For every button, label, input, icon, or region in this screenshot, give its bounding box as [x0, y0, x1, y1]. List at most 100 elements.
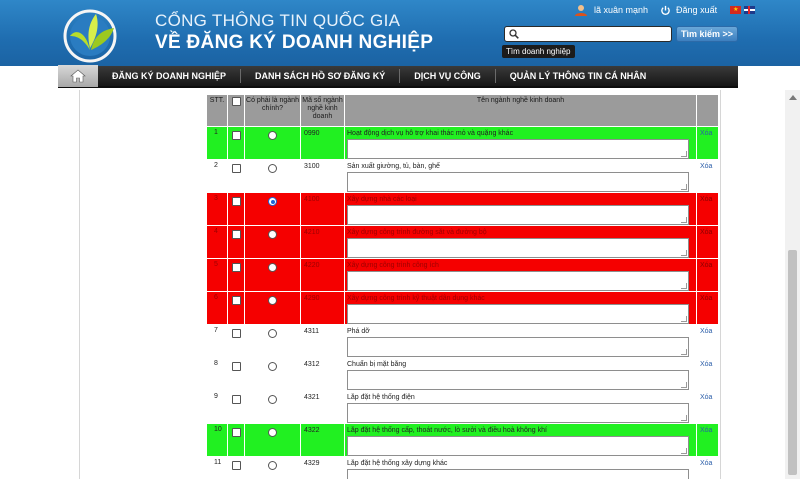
main-line-radio[interactable] — [268, 395, 277, 404]
table-header-row: STT. Có phải là ngành chính? Mã số ngành… — [206, 94, 719, 127]
table-row: 6 4290 Xây dựng công trình kỹ thuật dân dụ… — [206, 291, 719, 325]
power-icon[interactable] — [660, 5, 671, 16]
row-checkbox[interactable] — [231, 395, 241, 404]
user-name[interactable]: lã xuân mạnh — [594, 5, 648, 15]
row-checkbox[interactable] — [231, 428, 241, 437]
row-name-cell: Xây dựng công trình đường sắt và đường b… — [344, 225, 697, 259]
row-name-cell: Lắp đặt hệ thống điện — [344, 390, 697, 424]
header-name: Tên ngành nghề kinh doanh — [344, 94, 697, 127]
nav-item-business-registration[interactable]: ĐĂNG KÝ DOANH NGHIỆP — [98, 65, 240, 87]
row-name-textarea[interactable] — [347, 271, 689, 291]
main-line-radio[interactable] — [268, 461, 277, 470]
row-name-textarea[interactable] — [347, 205, 689, 225]
table-body: 1 0990 Hoạt động dịch vụ hỗ trợ khai thác … — [206, 126, 719, 479]
row-checkbox-cell — [227, 225, 245, 259]
row-main-radio-cell — [244, 126, 301, 160]
row-name-label: Phá dỡ — [347, 328, 370, 335]
delete-link[interactable]: Xóa — [696, 291, 719, 325]
row-checkbox-cell — [227, 357, 245, 391]
home-tab[interactable] — [58, 65, 98, 87]
delete-link[interactable]: Xóa — [696, 192, 719, 226]
row-name-textarea[interactable] — [347, 436, 689, 456]
row-checkbox[interactable] — [231, 131, 241, 140]
row-name-textarea[interactable] — [347, 403, 689, 423]
header-select-all — [227, 94, 245, 127]
row-stt: 3 — [206, 192, 228, 226]
delete-link[interactable]: Xóa — [696, 159, 719, 193]
row-main-radio-cell — [244, 291, 301, 325]
search-button[interactable]: Tìm kiếm >> — [676, 26, 738, 42]
row-name-textarea[interactable] — [347, 238, 689, 258]
row-checkbox[interactable] — [231, 263, 241, 272]
row-checkbox[interactable] — [231, 197, 241, 206]
scrollbar[interactable] — [785, 90, 800, 479]
row-stt: 1 — [206, 126, 228, 160]
row-name-label: Chuẩn bị mặt bằng — [347, 361, 407, 368]
row-checkbox[interactable] — [231, 230, 241, 239]
row-code: 4210 — [300, 225, 345, 259]
row-main-radio-cell — [244, 159, 301, 193]
search-tooltip: Tìm doanh nghiệp — [502, 45, 575, 58]
main-line-radio[interactable] — [268, 230, 277, 239]
row-name-textarea[interactable] — [347, 139, 689, 159]
nav-item-public-services[interactable]: DỊCH VỤ CÔNG — [400, 65, 495, 87]
business-lines-table: STT. Có phải là ngành chính? Mã số ngành… — [206, 94, 719, 479]
main-line-radio[interactable] — [268, 296, 277, 305]
row-stt: 5 — [206, 258, 228, 292]
row-checkbox-cell — [227, 192, 245, 226]
logout-link[interactable]: Đăng xuất — [676, 5, 717, 15]
row-main-radio-cell — [244, 390, 301, 424]
row-name-cell: Phá dỡ — [344, 324, 697, 358]
select-all-checkbox[interactable] — [231, 97, 241, 106]
row-name-cell: Hoạt động dịch vụ hỗ trợ khai thác mỏ và… — [344, 126, 697, 160]
row-name-cell: Chuẩn bị mặt bằng — [344, 357, 697, 391]
main-line-radio[interactable] — [268, 329, 277, 338]
nav-item-personal-info[interactable]: QUẢN LÝ THÔNG TIN CÁ NHÂN — [496, 65, 661, 87]
row-name-textarea[interactable] — [347, 469, 689, 479]
nav-item-registration-list[interactable]: DANH SÁCH HỒ SƠ ĐĂNG KÝ — [241, 65, 399, 87]
row-main-radio-cell — [244, 258, 301, 292]
table-row: 8 4312 Chuẩn bị mặt bằng Xóa — [206, 357, 719, 391]
delete-link[interactable]: Xóa — [696, 324, 719, 358]
row-name-textarea[interactable] — [347, 370, 689, 390]
main-line-radio[interactable] — [268, 164, 277, 173]
main-line-radio[interactable] — [268, 428, 277, 437]
main-line-radio[interactable] — [268, 362, 277, 371]
delete-link[interactable]: Xóa — [696, 423, 719, 457]
logo-icon[interactable] — [60, 6, 124, 64]
site-header: CỔNG THÔNG TIN QUỐC GIA VỀ ĐĂNG KÝ DOANH… — [0, 0, 800, 66]
delete-link[interactable]: Xóa — [696, 456, 719, 479]
delete-link[interactable]: Xóa — [696, 126, 719, 160]
site-title-line2: VỀ ĐĂNG KÝ DOANH NGHIỆP — [155, 32, 434, 53]
row-checkbox[interactable] — [231, 362, 241, 371]
table-row: 4 4210 Xây dựng công trình đường sắt và đư… — [206, 225, 719, 259]
row-main-radio-cell — [244, 456, 301, 479]
row-checkbox-cell — [227, 456, 245, 479]
delete-link[interactable]: Xóa — [696, 225, 719, 259]
content-border-right — [720, 90, 721, 479]
main-line-radio[interactable] — [268, 131, 277, 140]
row-checkbox[interactable] — [231, 296, 241, 305]
row-checkbox[interactable] — [231, 329, 241, 338]
row-name-textarea[interactable] — [347, 172, 689, 192]
scroll-up-arrow-icon[interactable] — [789, 95, 797, 100]
row-checkbox[interactable] — [231, 461, 241, 470]
row-code: 0990 — [300, 126, 345, 160]
flag-vn-icon[interactable] — [730, 6, 742, 14]
main-line-radio[interactable] — [268, 263, 277, 272]
delete-link[interactable]: Xóa — [696, 357, 719, 391]
row-checkbox[interactable] — [231, 164, 241, 173]
row-name-label: Sản xuất giường, tủ, bàn, ghế — [347, 163, 440, 170]
flag-en-icon[interactable] — [744, 6, 756, 14]
row-name-cell: Lắp đặt hệ thống xây dựng khác — [344, 456, 697, 479]
row-code: 4329 — [300, 456, 345, 479]
row-stt: 7 — [206, 324, 228, 358]
delete-link[interactable]: Xóa — [696, 390, 719, 424]
scroll-thumb[interactable] — [788, 250, 797, 475]
main-line-radio[interactable] — [268, 197, 277, 206]
search-input[interactable] — [522, 29, 667, 39]
row-stt: 2 — [206, 159, 228, 193]
row-name-textarea[interactable] — [347, 337, 689, 357]
row-name-textarea[interactable] — [347, 304, 689, 324]
delete-link[interactable]: Xóa — [696, 258, 719, 292]
